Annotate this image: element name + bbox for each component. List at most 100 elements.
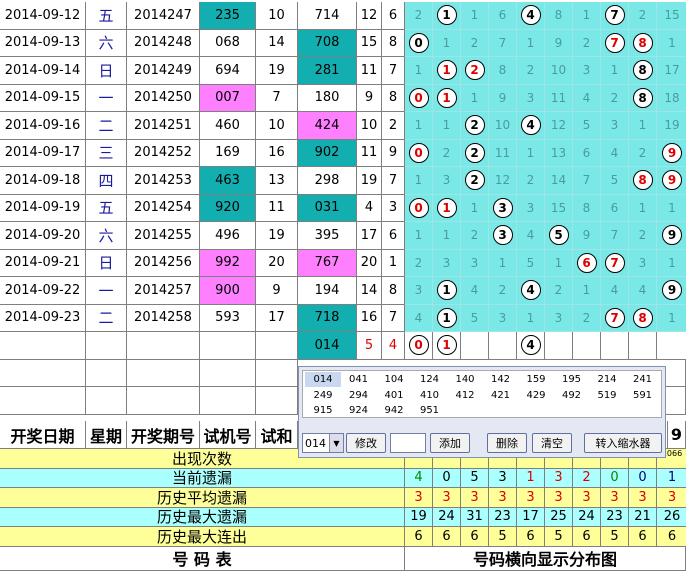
- draw-sum-cell: 16: [256, 139, 298, 167]
- distribution-cell: 1: [405, 57, 433, 85]
- candidate-number[interactable]: 942: [376, 403, 412, 418]
- empty-cell: [86, 332, 127, 360]
- candidate-number[interactable]: 214: [589, 372, 625, 387]
- distribution-cell: 13: [545, 139, 573, 167]
- add-button[interactable]: 添加: [430, 433, 470, 453]
- number-ball: 5: [548, 225, 569, 246]
- distribution-cell: 12: [489, 167, 517, 195]
- distribution-cell: 2: [461, 167, 489, 195]
- distribution-cell: 3: [489, 222, 517, 250]
- date-cell: 2014-09-19: [0, 194, 86, 222]
- number-ball: 4: [520, 280, 541, 301]
- trial-number-cell: 718: [298, 304, 357, 332]
- span-cell: 2: [382, 112, 405, 140]
- number-input[interactable]: [390, 433, 426, 453]
- distribution-cell: 7: [601, 222, 629, 250]
- candidate-number[interactable]: 104: [376, 372, 412, 387]
- span-cell: 6: [382, 222, 405, 250]
- candidate-number[interactable]: 591: [625, 388, 661, 403]
- number-ball: 9: [662, 142, 682, 163]
- number-ball: 0: [408, 32, 429, 53]
- candidate-number[interactable]: 429: [518, 388, 554, 403]
- distribution-cell: 1: [657, 29, 686, 57]
- transfer-to-filter-button[interactable]: 转入缩水器: [584, 433, 662, 453]
- distribution-cell: 9: [657, 167, 686, 195]
- header-trial: 试机号: [200, 421, 256, 449]
- header-issue: 开奖期号: [127, 421, 200, 449]
- candidate-number[interactable]: 140: [447, 372, 483, 387]
- distribution-cell: 4: [517, 112, 545, 140]
- draw-number-cell: 460: [200, 112, 256, 140]
- distribution-cell: 5: [545, 222, 573, 250]
- distribution-cell: 4: [517, 2, 545, 30]
- candidate-number[interactable]: 412: [447, 388, 483, 403]
- distribution-cell: 9: [657, 139, 686, 167]
- candidate-number[interactable]: 142: [483, 372, 519, 387]
- distribution-cell: 2: [461, 29, 489, 57]
- issue-cell: 2014247: [127, 2, 200, 30]
- candidate-number[interactable]: 401: [376, 388, 412, 403]
- number-ball: 1: [436, 60, 457, 81]
- distribution-cell: 2: [461, 139, 489, 167]
- candidate-number[interactable]: 421: [483, 388, 519, 403]
- candidate-number[interactable]: 492: [554, 388, 590, 403]
- empty-cell: [256, 359, 298, 387]
- candidate-number[interactable]: 159: [518, 372, 554, 387]
- distribution-cell: 5: [573, 112, 601, 140]
- clear-button[interactable]: 清空: [532, 433, 572, 453]
- candidate-number[interactable]: 249: [305, 388, 341, 403]
- date-cell: 2014-09-16: [0, 112, 86, 140]
- candidate-number[interactable]: 410: [412, 388, 448, 403]
- distribution-cell: 2: [629, 222, 657, 250]
- number-combo[interactable]: 014 ▼: [302, 433, 344, 453]
- span-cell: 8: [382, 29, 405, 57]
- draw-sum-cell: 20: [256, 249, 298, 277]
- issue-cell: 2014253: [127, 167, 200, 195]
- number-ball: 6: [576, 252, 597, 273]
- weekday-cell: 一: [86, 84, 127, 112]
- candidate-number[interactable]: 041: [341, 372, 377, 387]
- candidate-number[interactable]: 924: [341, 403, 377, 418]
- stat-value: 25: [545, 507, 573, 527]
- candidate-number[interactable]: 195: [554, 372, 590, 387]
- candidate-number[interactable]: 951: [412, 403, 448, 418]
- issue-cell: 2014255: [127, 222, 200, 250]
- distribution-cell: 3: [601, 112, 629, 140]
- number-ball: 2: [464, 115, 485, 136]
- distribution-cell: 3: [489, 194, 517, 222]
- distribution-cell: 3: [461, 249, 489, 277]
- distribution-cell: 6: [601, 194, 629, 222]
- stat-value: 5: [489, 527, 517, 547]
- trial-number-cell: 281: [298, 57, 357, 85]
- stat-value: 3: [657, 488, 686, 508]
- candidate-number-list[interactable]: 014 041 104 124 140 142 159 195 214 241 249 294 401 4…: [302, 370, 662, 418]
- trial-number-cell: 180: [298, 84, 357, 112]
- distribution-cell: 14: [545, 167, 573, 195]
- stat-value: 6: [629, 527, 657, 547]
- number-ball: 2: [464, 170, 485, 191]
- trial-sum-cell: 11: [357, 57, 382, 85]
- candidate-number[interactable]: 294: [341, 388, 377, 403]
- distribution-cell: 2: [489, 277, 517, 305]
- distribution-cell: 0: [405, 29, 433, 57]
- distribution-cell: 1: [433, 304, 461, 332]
- stat-value: 3: [517, 488, 545, 508]
- modify-button[interactable]: 修改: [346, 433, 386, 453]
- chevron-down-icon[interactable]: ▼: [329, 434, 343, 452]
- candidate-number[interactable]: 014: [305, 372, 341, 387]
- number-ball: 3: [492, 225, 513, 246]
- stat-value: 3: [545, 488, 573, 508]
- distribution-cell: 2: [461, 222, 489, 250]
- weekday-cell: 五: [86, 194, 127, 222]
- distribution-cell: 1: [433, 29, 461, 57]
- stat-value: 4: [405, 468, 433, 488]
- distribution-cell: 9: [657, 222, 686, 250]
- stat-value: 21: [629, 507, 657, 527]
- candidate-number[interactable]: 519: [589, 388, 625, 403]
- candidate-number[interactable]: 915: [305, 403, 341, 418]
- candidate-number[interactable]: 124: [412, 372, 448, 387]
- distribution-cell: 3: [433, 249, 461, 277]
- candidate-number[interactable]: 241: [625, 372, 661, 387]
- delete-button[interactable]: 删除: [487, 433, 527, 453]
- draw-number-cell: 007: [200, 84, 256, 112]
